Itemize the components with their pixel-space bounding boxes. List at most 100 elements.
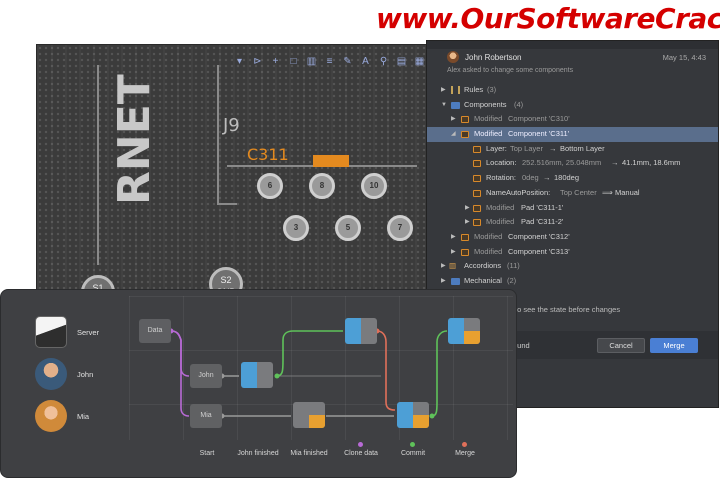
property-icon — [473, 175, 481, 183]
pad-icon — [473, 204, 481, 212]
component-icon — [461, 233, 469, 241]
merge-commit-change — [413, 415, 429, 428]
chevron-right-icon[interactable]: ▶ — [451, 112, 456, 127]
text-icon[interactable]: A — [359, 55, 372, 68]
silk-text: RNET — [109, 74, 160, 205]
merge-commit[interactable] — [397, 402, 429, 428]
arrow-right-icon: → — [543, 173, 551, 183]
tree-item-c312[interactable]: ▶ Modified Component 'C312' — [427, 230, 718, 245]
property-from: 0deg — [522, 173, 539, 183]
property-icon — [473, 189, 481, 197]
tree-label: Components — [464, 99, 507, 109]
tree-label: Component 'C312' — [508, 231, 570, 241]
property-name: NameAutoPosition: — [486, 187, 551, 197]
tree-count: (4) — [514, 99, 524, 109]
property-from: Top Layer — [510, 143, 543, 153]
chart-icon[interactable]: ▥ — [305, 55, 318, 68]
tree-item-c310[interactable]: ▶ Modified Component 'C310' — [427, 112, 718, 127]
pen-icon[interactable]: ✎ — [341, 55, 354, 68]
tree-label: Rules — [464, 85, 484, 94]
arrow-right-icon: → — [611, 158, 619, 168]
tree-item-mechanical[interactable]: ▶ Mechanical (2) — [427, 274, 718, 289]
chevron-right-icon[interactable]: ▶ — [451, 245, 456, 260]
commit-john[interactable] — [241, 362, 273, 388]
property-icon — [473, 160, 481, 168]
tree-item-pad-c311-1[interactable]: ▶ Modified Pad 'C311-1' — [427, 201, 718, 216]
tree-label: Component 'C310' — [508, 114, 570, 124]
arrow-right-icon: → — [549, 143, 557, 153]
tree-label: Accordions — [464, 261, 502, 271]
tree-item-rules[interactable]: ▶ Rules (3) — [427, 83, 718, 98]
chevron-right-icon[interactable]: ▶ — [441, 274, 446, 289]
chevron-right-icon[interactable]: ▶ — [441, 83, 446, 98]
cancel-button[interactable]: Cancel — [597, 338, 645, 353]
tree-item-c313[interactable]: ▶ Modified Component 'C313' — [427, 245, 718, 260]
final-commit-change — [464, 331, 480, 344]
chevron-right-icon[interactable]: ▶ — [451, 230, 456, 245]
pad[interactable]: 6 — [257, 173, 283, 199]
route-icon[interactable]: ⊳ — [251, 55, 264, 68]
grid-icon[interactable]: ▦ — [413, 55, 426, 68]
select-rect-icon[interactable]: □ — [287, 55, 300, 68]
rules-icon — [451, 86, 460, 94]
screenshot-stage: ▾ ⊳ + □ ▥ ≡ ✎ A ⚲ ▤ ▦ J9 C311 RNET 6 8 1… — [0, 0, 720, 480]
change-prefix: Modified — [474, 114, 503, 124]
change-prefix: Modified — [486, 202, 515, 212]
legend-mia-finished: Mia finished — [290, 450, 328, 457]
tree-label: Mechanical — [464, 275, 502, 285]
change-prefix: Modified — [474, 231, 503, 241]
layers-icon[interactable]: ▤ — [395, 55, 408, 68]
pin-icon[interactable]: ⚲ — [377, 55, 390, 68]
change-prefix: Modified — [474, 246, 503, 256]
clone-dot — [358, 442, 363, 447]
pad[interactable]: 8 — [309, 173, 335, 199]
filter-icon[interactable]: ▾ — [233, 55, 246, 68]
tree-label: Component 'C313' — [508, 246, 570, 256]
pad[interactable]: 3 — [283, 215, 309, 241]
tree-item-c311[interactable]: ◢ Modified Component 'C311' — [427, 127, 718, 142]
tree-label: Component 'C311' — [508, 129, 570, 139]
tree-item-components[interactable]: ▼ Components (4) — [427, 98, 718, 113]
property-icon — [473, 145, 481, 153]
tree-item-pad-c311-2[interactable]: ▶ Modified Pad 'C311-2' — [427, 215, 718, 230]
chevron-down-icon[interactable]: ▼ — [441, 98, 447, 113]
pcb-trace — [217, 203, 237, 205]
avatar — [447, 51, 459, 63]
property-layer[interactable]: Layer: Top Layer → Bottom Layer — [427, 142, 718, 157]
change-description: Alex asked to change some components — [447, 67, 574, 74]
property-location[interactable]: Location: 252.516mm, 25.048mm → 41.1mm, … — [427, 156, 718, 171]
designator-j: J9 — [223, 115, 240, 136]
add-icon[interactable]: + — [269, 55, 282, 68]
property-to: Manual — [615, 187, 640, 197]
component-c311[interactable] — [313, 155, 349, 167]
node-mia[interactable]: Mia — [190, 404, 222, 428]
pad[interactable]: 7 — [387, 215, 413, 241]
node-data[interactable]: Data — [139, 319, 171, 343]
chevron-right-icon[interactable]: ▶ — [441, 259, 446, 274]
collaboration-flow-diagram: Server John Mia Data John Mia Start John… — [0, 289, 517, 478]
align-icon[interactable]: ≡ — [323, 55, 336, 68]
changes-tree: ▶ Rules (3) ▼ Components (4) ▶ Modified … — [427, 83, 718, 289]
pad[interactable]: 10 — [361, 173, 387, 199]
chevron-down-icon[interactable]: ◢ — [451, 127, 456, 142]
author-name: John Robertson — [465, 52, 522, 62]
server-commit-final[interactable] — [448, 318, 480, 344]
property-to: 41.1mm, 18.6mm — [622, 158, 681, 168]
property-to: Bottom Layer — [560, 143, 605, 153]
chevron-right-icon[interactable]: ▶ — [465, 201, 470, 216]
merge-dot — [462, 442, 467, 447]
pcb-trace — [97, 65, 99, 265]
commit-mia[interactable] — [293, 402, 325, 428]
watermark-text: www.OurSoftwareCrack.com — [376, 2, 720, 35]
designator-c: C311 — [247, 145, 289, 164]
pad[interactable]: 5 — [335, 215, 361, 241]
chevron-right-icon[interactable]: ▶ — [465, 215, 470, 230]
merge-button[interactable]: Merge — [650, 338, 698, 353]
property-name-auto-position[interactable]: NameAutoPosition: Top Center ⟹ Manual — [427, 186, 718, 201]
arrow-right-icon: ⟹ — [602, 187, 613, 197]
tree-item-accordions[interactable]: ▶ ▥ Accordions (11) — [427, 259, 718, 274]
property-rotation[interactable]: Rotation: 0deg → 180deg — [427, 171, 718, 186]
node-john[interactable]: John — [190, 364, 222, 388]
server-commit-1[interactable] — [345, 318, 377, 344]
pad-icon — [473, 219, 481, 227]
